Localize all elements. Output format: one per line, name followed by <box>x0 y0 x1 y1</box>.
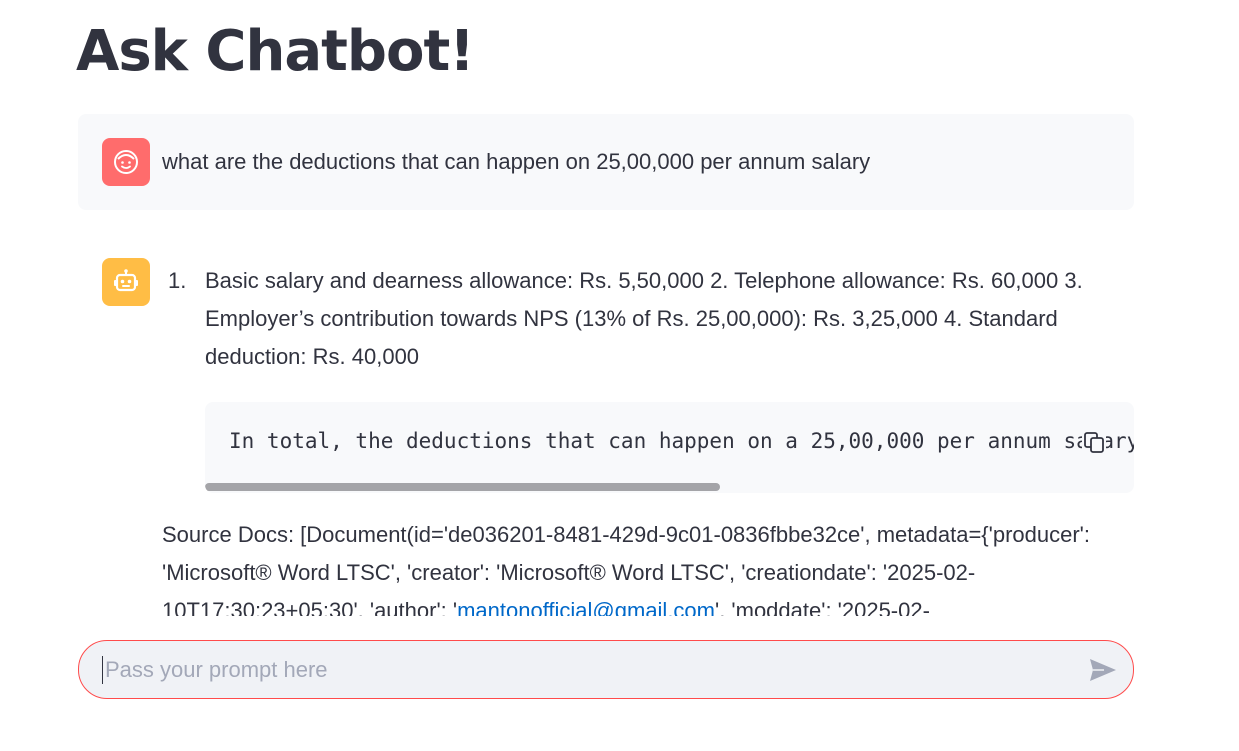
chat-input-container <box>78 640 1134 699</box>
code-block[interactable]: In total, the deductions that can happen… <box>205 402 1134 493</box>
send-icon <box>1090 659 1116 681</box>
code-text: In total, the deductions that can happen… <box>229 429 1134 453</box>
prompt-input[interactable] <box>103 649 1067 691</box>
assistant-avatar <box>102 258 150 306</box>
user-avatar <box>102 138 150 186</box>
user-message: what are the deductions that can happen … <box>78 114 1134 210</box>
send-button[interactable] <box>1086 654 1120 686</box>
author-email-link[interactable]: mantonofficial@gmail.com <box>457 598 715 616</box>
source-docs: Source Docs: [Document(id='de036201-8481… <box>162 516 1122 616</box>
text-caret <box>102 656 103 684</box>
code-scrollbar[interactable] <box>205 483 720 491</box>
answer-text: Basic salary and dearness allowance: Rs.… <box>205 268 1083 369</box>
chat-page: Ask Chatbot! what are the deductions tha… <box>0 0 1239 751</box>
copy-icon[interactable] <box>1082 430 1106 454</box>
source-docs-suffix: ', 'moddate': '2025-02- <box>715 598 930 616</box>
user-message-text: what are the deductions that can happen … <box>162 149 871 174</box>
page-title: Ask Chatbot! <box>76 19 475 84</box>
list-number: 1. <box>168 268 187 293</box>
assistant-message: 1. Basic salary and dearness allowance: … <box>78 234 1134 616</box>
smiley-face-icon <box>114 150 138 174</box>
robot-icon <box>114 269 138 292</box>
